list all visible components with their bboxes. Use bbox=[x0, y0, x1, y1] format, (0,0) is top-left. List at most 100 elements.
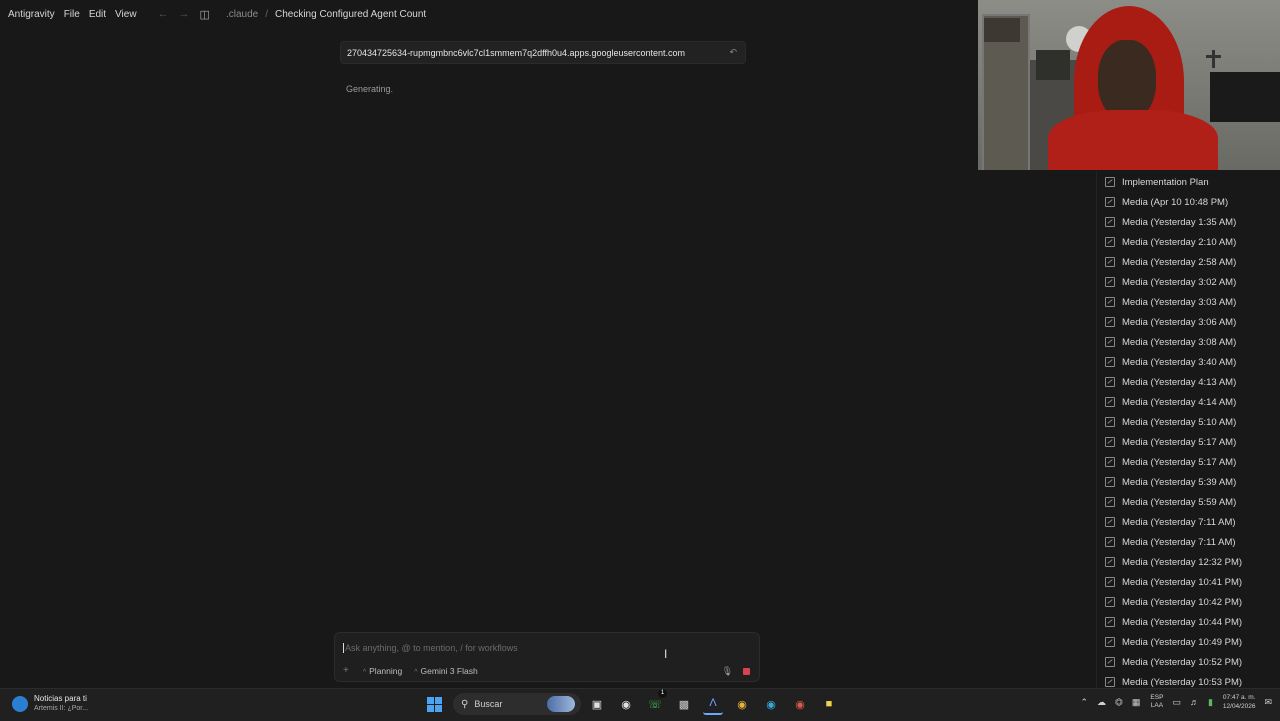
artifact-item[interactable]: Media (Yesterday 3:03 AM) bbox=[1097, 292, 1280, 312]
usb-icon[interactable]: ⏣ bbox=[1115, 697, 1123, 708]
artifact-item[interactable]: Media (Yesterday 1:35 AM) bbox=[1097, 212, 1280, 232]
mode-selector[interactable]: ^ Planning bbox=[363, 666, 402, 676]
artifact-item[interactable]: Media (Yesterday 5:10 AM) bbox=[1097, 412, 1280, 432]
artifact-item[interactable]: Media (Yesterday 3:02 AM) bbox=[1097, 272, 1280, 292]
artifact-label: Media (Yesterday 10:53 PM) bbox=[1122, 676, 1243, 688]
artifact-item[interactable]: Media (Yesterday 12:32 PM) bbox=[1097, 552, 1280, 572]
document-icon bbox=[1105, 177, 1115, 187]
mode-label: Planning bbox=[369, 665, 403, 676]
artifact-label: Media (Apr 10 10:48 PM) bbox=[1122, 196, 1229, 208]
menu-view[interactable]: View bbox=[115, 9, 137, 20]
artifact-item[interactable]: Implementation Plan bbox=[1097, 172, 1280, 192]
artifact-label: Media (Yesterday 3:08 AM) bbox=[1122, 336, 1237, 348]
breadcrumb-separator: / bbox=[265, 8, 268, 20]
news-subtitle: Artemis II: ¿Por... bbox=[34, 705, 89, 712]
notification-badge: 1 bbox=[658, 689, 667, 698]
image-icon bbox=[1105, 597, 1115, 607]
back-arrow-icon[interactable]: ← bbox=[158, 8, 169, 20]
artifact-item[interactable]: Media (Yesterday 7:11 AM) bbox=[1097, 532, 1280, 552]
edge-icon[interactable]: ◉ bbox=[761, 694, 781, 714]
news-icon bbox=[12, 696, 28, 712]
artifact-label: Implementation Plan bbox=[1122, 176, 1209, 188]
artifact-item[interactable]: Media (Yesterday 4:14 AM) bbox=[1097, 392, 1280, 412]
artifact-label: Media (Yesterday 12:32 PM) bbox=[1122, 556, 1243, 568]
menu-edit[interactable]: Edit bbox=[89, 9, 106, 20]
image-icon bbox=[1105, 477, 1115, 487]
artifact-item[interactable]: Media (Yesterday 10:52 PM) bbox=[1097, 652, 1280, 672]
image-icon bbox=[1105, 337, 1115, 347]
artifact-item[interactable]: Media (Yesterday 5:59 AM) bbox=[1097, 492, 1280, 512]
chevron-up-icon[interactable]: ⌃ bbox=[1081, 697, 1089, 708]
image-icon bbox=[1105, 257, 1115, 267]
volume-icon[interactable]: ♬ bbox=[1190, 697, 1199, 707]
artifact-item[interactable]: Media (Yesterday 10:53 PM) bbox=[1097, 672, 1280, 688]
menu-file[interactable]: File bbox=[64, 9, 80, 20]
network-icon[interactable]: ▦ bbox=[1132, 697, 1141, 708]
undo-icon[interactable]: ↶ bbox=[729, 47, 737, 58]
stop-button[interactable] bbox=[743, 668, 750, 675]
github-icon[interactable]: ◉ bbox=[616, 694, 636, 714]
caret-up-icon: ^ bbox=[414, 668, 418, 676]
language-code: ESP bbox=[1150, 694, 1164, 701]
person-face bbox=[1098, 40, 1156, 120]
windows-taskbar: Noticias para ti Artemis II: ¿Por... ⚲ B… bbox=[0, 688, 1280, 721]
artifact-label: Media (Yesterday 5:39 AM) bbox=[1122, 476, 1237, 488]
artifact-item[interactable]: Media (Yesterday 10:44 PM) bbox=[1097, 612, 1280, 632]
artifact-label: Media (Yesterday 5:10 AM) bbox=[1122, 416, 1237, 428]
image-icon bbox=[1105, 397, 1115, 407]
artifact-item[interactable]: Media (Yesterday 2:58 AM) bbox=[1097, 252, 1280, 272]
artifacts-list[interactable]: Implementation Plan Media (Apr 10 10:48 P… bbox=[1096, 172, 1280, 688]
microphone-icon[interactable]: 🎙 bbox=[722, 666, 733, 677]
image-icon bbox=[1105, 617, 1115, 627]
image-icon bbox=[1105, 557, 1115, 567]
display-icon[interactable]: ▭ bbox=[1172, 697, 1181, 708]
sticky-notes-icon[interactable]: ■ bbox=[819, 694, 839, 714]
artifact-item[interactable]: Media (Yesterday 10:42 PM) bbox=[1097, 592, 1280, 612]
artifact-item[interactable]: Media (Yesterday 5:17 AM) bbox=[1097, 432, 1280, 452]
artifact-item[interactable]: Media (Yesterday 3:06 AM) bbox=[1097, 312, 1280, 332]
clock-date: 12/04/2026 bbox=[1222, 703, 1256, 710]
taskbar-search[interactable]: ⚲ Buscar bbox=[453, 693, 581, 715]
battery-icon[interactable]: ▮ bbox=[1208, 697, 1213, 708]
artifact-item[interactable]: Media (Yesterday 2:10 AM) bbox=[1097, 232, 1280, 252]
artifact-label: Media (Yesterday 4:13 AM) bbox=[1122, 376, 1237, 388]
chrome-profile-icon[interactable]: ◉ bbox=[790, 694, 810, 714]
add-context-icon[interactable]: + bbox=[343, 665, 349, 676]
app-name[interactable]: Antigravity bbox=[8, 9, 55, 20]
file-explorer-icon[interactable]: ▣ bbox=[587, 694, 607, 714]
forward-arrow-icon[interactable]: → bbox=[179, 8, 190, 20]
artifact-item[interactable]: Media (Yesterday 7:11 AM) bbox=[1097, 512, 1280, 532]
artifact-item[interactable]: Media (Yesterday 10:49 PM) bbox=[1097, 632, 1280, 652]
webcam-overlay bbox=[978, 0, 1280, 170]
toggle-sidebar-icon[interactable]: ◫ bbox=[200, 8, 210, 21]
artifact-item[interactable]: Media (Yesterday 3:08 AM) bbox=[1097, 332, 1280, 352]
cloud-icon[interactable]: ☁ bbox=[1097, 697, 1106, 708]
windows-start-icon[interactable] bbox=[424, 694, 444, 714]
artifact-item[interactable]: Media (Yesterday 5:17 AM) bbox=[1097, 452, 1280, 472]
chat-input[interactable]: Ask anything, @ to mention, / for workfl… bbox=[343, 643, 518, 653]
artifact-label: Media (Yesterday 10:41 PM) bbox=[1122, 576, 1243, 588]
artifact-label: Media (Yesterday 1:35 AM) bbox=[1122, 216, 1237, 228]
whatsapp-icon[interactable]: ☏ 1 bbox=[645, 689, 667, 714]
model-selector[interactable]: ^ Gemini 3 Flash bbox=[414, 666, 477, 676]
artifact-item[interactable]: Media (Yesterday 10:41 PM) bbox=[1097, 572, 1280, 592]
image-icon bbox=[1105, 377, 1115, 387]
news-widget[interactable]: Noticias para ti Artemis II: ¿Por... bbox=[12, 694, 88, 714]
terminal-icon[interactable]: ▩ bbox=[674, 694, 694, 714]
breadcrumb-title[interactable]: Checking Configured Agent Count bbox=[275, 9, 426, 20]
notifications-icon[interactable]: ✉ bbox=[1264, 697, 1272, 708]
user-message[interactable]: 270434725634-rupmgmbnc6vlc7cl1smmem7q2df… bbox=[340, 41, 746, 64]
artifact-item[interactable]: Media (Yesterday 3:40 AM) bbox=[1097, 352, 1280, 372]
artifact-label: Media (Yesterday 4:14 AM) bbox=[1122, 396, 1237, 408]
title-bar: Antigravity File Edit View ← → ◫ .claude… bbox=[0, 0, 978, 28]
artifact-item[interactable]: Media (Apr 10 10:48 PM) bbox=[1097, 192, 1280, 212]
antigravity-icon[interactable]: Λ bbox=[703, 693, 723, 715]
news-title: Noticias para ti bbox=[34, 694, 87, 703]
chat-input-box[interactable]: Ask anything, @ to mention, / for workfl… bbox=[334, 632, 760, 682]
clock[interactable]: 07:47 a. m. 12/04/2026 bbox=[1223, 693, 1256, 711]
artifact-item[interactable]: Media (Yesterday 5:39 AM) bbox=[1097, 472, 1280, 492]
chrome-icon[interactable]: ◉ bbox=[732, 694, 752, 714]
artifact-item[interactable]: Media (Yesterday 4:13 AM) bbox=[1097, 372, 1280, 392]
language-indicator[interactable]: ESP LAA bbox=[1150, 694, 1163, 710]
breadcrumb-folder[interactable]: .claude bbox=[226, 9, 258, 20]
